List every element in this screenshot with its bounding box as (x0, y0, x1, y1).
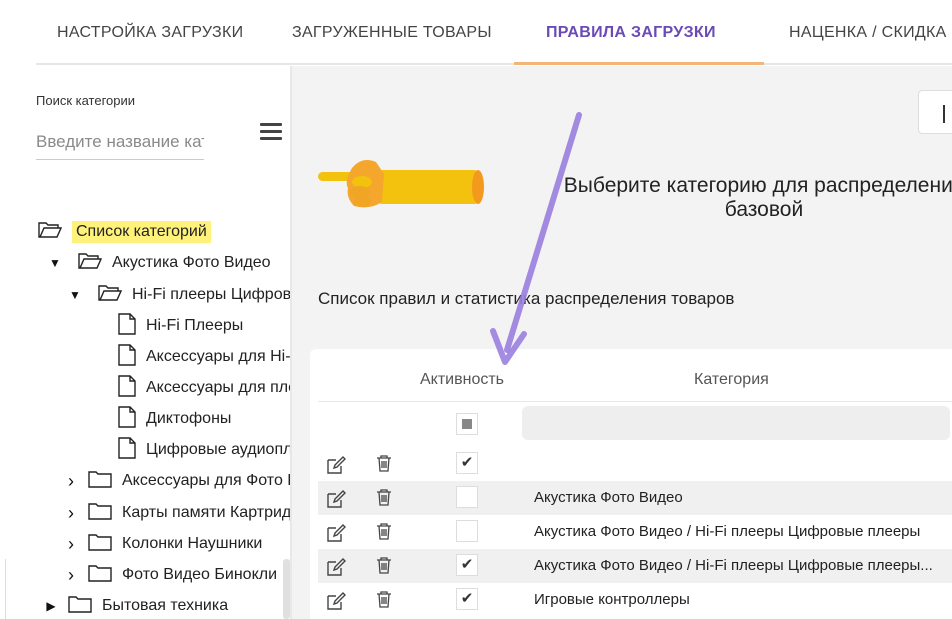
folder-open-icon (98, 284, 123, 307)
tree-node-label: Аксессуары для плееров (146, 379, 290, 396)
folder-open-icon (78, 252, 103, 275)
hint-line-1: Выберите категорию для распределения (563, 174, 952, 197)
caret-right-icon[interactable]: ▶ (44, 599, 58, 613)
edit-icon[interactable] (326, 523, 346, 543)
trash-icon[interactable] (376, 522, 392, 540)
category-cell: Акустика Фото Видео (534, 489, 683, 506)
tree-node-label: Колонки Наушники (122, 535, 263, 552)
cursor-icon (943, 105, 952, 123)
column-header-active[interactable]: Активность (420, 371, 504, 389)
table-row: Акустика Фото Видео (318, 481, 952, 515)
search-label: Поиск категории (36, 93, 136, 108)
active-checkbox[interactable] (456, 520, 478, 542)
tree-scrollbar[interactable] (283, 559, 290, 619)
header-divider (318, 401, 952, 402)
panel-edge (0, 559, 6, 619)
rules-title: Список правил и статистика распределения… (318, 289, 735, 308)
trash-icon[interactable] (376, 454, 392, 472)
edit-icon[interactable] (326, 489, 346, 509)
rules-panel: Выберите категорию для распределения баз… (292, 66, 952, 619)
tree-node-label: Аксессуары для Hi-Fi (146, 348, 290, 365)
table-row: ✔ Акустика Фото Видео / Hi-Fi плееры Циф… (318, 549, 952, 583)
trash-icon[interactable] (376, 556, 392, 574)
caret-down-icon[interactable]: ▼ (68, 288, 82, 302)
active-checkbox[interactable] (456, 486, 478, 508)
tree-node-label: Акустика Фото Видео (112, 254, 271, 271)
chevron-right-icon[interactable]: › (64, 565, 78, 585)
tree-node-label: Карты памяти Картридеры (122, 504, 290, 521)
folder-icon (88, 502, 112, 525)
tree-node-label: Hi-Fi Плееры (146, 317, 244, 334)
trash-icon[interactable] (376, 488, 392, 506)
table-row: ✔ (318, 447, 952, 481)
folder-icon (88, 533, 112, 556)
folder-icon (68, 595, 92, 618)
chevron-right-icon[interactable]: › (64, 503, 78, 523)
file-icon (118, 312, 136, 340)
pointing-hand-icon (318, 152, 488, 221)
chevron-right-icon[interactable]: › (64, 534, 78, 554)
chevron-right-icon[interactable]: › (64, 471, 78, 491)
tree-leaf[interactable]: Цифровые аудиоплееры (118, 436, 290, 464)
active-checkbox[interactable]: ✔ (456, 452, 478, 474)
tab-upload-rules[interactable]: ПРАВИЛА ЗАГРУЗКИ (546, 24, 716, 42)
tree-leaf[interactable]: Аксессуары для Hi-Fi (118, 343, 290, 371)
folder-open-icon (38, 221, 63, 244)
active-checkbox[interactable]: ✔ (456, 554, 478, 576)
tree-node[interactable]: › Фото Видео Бинокли (64, 562, 277, 588)
menu-icon[interactable] (260, 123, 282, 141)
file-icon (118, 374, 136, 402)
tree-node[interactable]: ▶ Бытовая техника (44, 593, 228, 619)
tree-leaf[interactable]: Hi-Fi Плееры (118, 312, 244, 340)
select-category-hint: Выберите категорию для распределения баз… (554, 174, 952, 222)
tabs-divider (36, 63, 952, 65)
category-panel: Поиск категории Список категорий ▼ Акуст… (0, 66, 290, 619)
filter-category-input[interactable] (522, 406, 950, 440)
tree-node-label: Цифровые аудиоплееры (146, 441, 290, 458)
column-header-category[interactable]: Категория (694, 371, 769, 389)
tree-leaf[interactable]: Диктофоны (118, 405, 232, 433)
folder-icon (88, 564, 112, 587)
tab-markup-discount[interactable]: НАЦЕНКА / СКИДКА (789, 24, 947, 42)
tree-node-label: Фото Видео Бинокли (122, 566, 278, 583)
tree-node[interactable]: ▼ Hi-Fi плееры Цифровые плееры (68, 282, 290, 308)
active-tab-indicator (514, 62, 764, 65)
file-icon (118, 436, 136, 464)
tree-root[interactable]: Список категорий (38, 219, 211, 245)
toolbar-button[interactable] (918, 90, 952, 134)
file-icon (118, 343, 136, 371)
tree-node[interactable]: › Аксессуары для Фото Видео (64, 468, 290, 494)
table-row: Акустика Фото Видео / Hi-Fi плееры Цифро… (318, 515, 952, 549)
file-icon (118, 405, 136, 433)
caret-down-icon[interactable]: ▼ (48, 256, 62, 270)
trash-icon[interactable] (376, 590, 392, 608)
category-search-input[interactable] (36, 124, 204, 160)
tree-node-label: Бытовая техника (102, 597, 229, 614)
rules-table: Активность Категория ✔ Акустика Фото Вид… (310, 349, 952, 619)
tree-node[interactable]: › Карты памяти Картридеры (64, 500, 290, 526)
tree-root-label: Список категорий (72, 221, 211, 243)
edit-icon[interactable] (326, 455, 346, 475)
tab-uploaded-products[interactable]: ЗАГРУЖЕННЫЕ ТОВАРЫ (292, 24, 492, 42)
top-tabs: НАСТРОЙКА ЗАГРУЗКИ ЗАГРУЖЕННЫЕ ТОВАРЫ ПР… (0, 0, 952, 66)
category-cell: Акустика Фото Видео / Hi-Fi плееры Цифро… (534, 557, 933, 574)
category-cell: Акустика Фото Видео / Hi-Fi плееры Цифро… (534, 523, 921, 540)
tree-node-label: Hi-Fi плееры Цифровые плееры (132, 286, 290, 303)
filter-active-checkbox[interactable] (456, 413, 478, 435)
edit-icon[interactable] (326, 557, 346, 577)
folder-icon (88, 470, 112, 493)
tab-upload-settings[interactable]: НАСТРОЙКА ЗАГРУЗКИ (57, 24, 243, 42)
tree-node[interactable]: › Колонки Наушники (64, 531, 262, 557)
tree-node-label: Аксессуары для Фото Видео (122, 472, 290, 489)
active-checkbox[interactable]: ✔ (456, 588, 478, 610)
tree-node-label: Диктофоны (146, 410, 232, 427)
category-cell: Игровые контроллеры (534, 591, 690, 608)
tree-node[interactable]: ▼ Акустика Фото Видео (48, 250, 271, 276)
hint-line-2: базовой (724, 198, 804, 221)
tree-leaf[interactable]: Аксессуары для плееров (118, 374, 290, 402)
table-row: ✔ Игровые контроллеры (318, 583, 952, 617)
edit-icon[interactable] (326, 591, 346, 611)
